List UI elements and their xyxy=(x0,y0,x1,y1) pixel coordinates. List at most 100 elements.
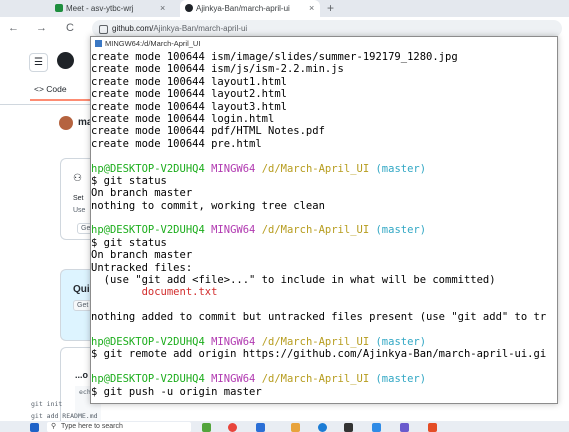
terminal-line: (use "git add <file>..." to include in w… xyxy=(91,274,557,287)
terminal-text-segment: On branch master xyxy=(91,249,193,262)
chrome-icon[interactable] xyxy=(228,423,237,432)
terminal-line: hp@DESKTOP-V2DUHQ4 MINGW64 /d/March-Apri… xyxy=(91,224,557,237)
tab-meet[interactable]: Meet - asv-ytbc-wrj xyxy=(50,0,168,17)
forward-button[interactable]: → xyxy=(36,20,47,36)
terminal-text-segment: hp@DESKTOP-V2DUHQ4 xyxy=(91,224,212,237)
plant-icon[interactable] xyxy=(202,423,211,432)
terminal-line: nothing added to commit but untracked fi… xyxy=(91,311,557,324)
terminal-window[interactable]: MINGW64:/d/March-April_UI create mode 10… xyxy=(90,36,558,404)
tab-github-repo[interactable]: Ajinkya-Ban/march-april-ui xyxy=(180,0,320,17)
url-path: Ajinkya-Ban/march-april-ui xyxy=(153,24,248,33)
mail-icon[interactable] xyxy=(256,423,265,432)
terminal-text-segment: (master) xyxy=(375,373,427,386)
terminal-text-segment: hp@DESKTOP-V2DUHQ4 xyxy=(91,335,212,348)
terminal-text-segment: create mode 100644 pdf/HTML Notes.pdf xyxy=(91,125,325,138)
taskbar-search-input[interactable]: ⚲ Type here to search xyxy=(47,422,191,432)
terminal-text-segment: $ git status xyxy=(91,174,167,187)
url-host: github.com/ xyxy=(112,24,154,33)
terminal-text-segment: hp@DESKTOP-V2DUHQ4 xyxy=(91,373,212,386)
terminal-text-segment: MINGW64 xyxy=(211,224,262,237)
browser-tab-strip: Meet - asv-ytbc-wrj × Ajinkya-Ban/march-… xyxy=(0,0,569,17)
terminal-text-segment: create mode 100644 layout3.html xyxy=(91,100,287,113)
terminal-line: $ git status xyxy=(91,236,557,249)
terminal-text-segment: /d/March-April_UI xyxy=(261,224,376,237)
terminal-line: create mode 100644 ism/js/ism-2.2.min.js xyxy=(91,63,557,75)
snippet-line: git add README.md xyxy=(31,412,98,420)
reload-button[interactable]: C xyxy=(66,20,74,36)
meet-icon xyxy=(55,4,63,12)
setup-text: Use xyxy=(73,207,86,214)
terminal-app-icon[interactable] xyxy=(344,423,353,432)
divider xyxy=(0,104,100,105)
terminal-text-segment: (master) xyxy=(375,224,427,237)
app-icon[interactable] xyxy=(400,423,409,432)
terminal-line: hp@DESKTOP-V2DUHQ4 MINGW64 /d/March-Apri… xyxy=(91,162,557,175)
command-line-heading: ...o xyxy=(75,370,88,380)
terminal-text-segment: MINGW64 xyxy=(211,335,262,348)
snippet-line: git init xyxy=(31,400,63,408)
terminal-text-segment: MINGW64 xyxy=(211,373,262,386)
terminal-line: create mode 100644 pre.html xyxy=(91,138,557,150)
terminal-line: $ git push -u origin master xyxy=(91,385,557,398)
new-tab-button[interactable]: + xyxy=(327,0,334,16)
terminal-text-segment: create mode 100644 login.html xyxy=(91,112,275,125)
terminal-output[interactable]: create mode 100644 ism/image/slides/summ… xyxy=(91,51,557,398)
address-bar[interactable]: github.com/Ajinkya-Ban/march-april-ui xyxy=(92,20,562,37)
tab-code[interactable]: <> Code xyxy=(34,84,67,94)
terminal-line: On branch master xyxy=(91,249,557,262)
terminal-line: create mode 100644 layout3.html xyxy=(91,100,557,113)
terminal-line: $ git remote add origin https://github.c… xyxy=(91,348,557,360)
codespace-icon: ⚇ xyxy=(73,173,82,184)
terminal-line: hp@DESKTOP-V2DUHQ4 MINGW64 /d/March-Apri… xyxy=(91,373,557,386)
edge-icon[interactable] xyxy=(318,423,327,432)
terminal-text-segment: (master) xyxy=(375,162,427,175)
terminal-text-segment: (master) xyxy=(375,335,427,348)
terminal-text-segment: /d/March-April_UI xyxy=(261,162,376,175)
terminal-text-segment: document.txt xyxy=(91,286,218,299)
terminal-text-segment: hp@DESKTOP-V2DUHQ4 xyxy=(91,162,212,175)
terminal-line: nothing to commit, working tree clean xyxy=(91,200,557,212)
terminal-text-segment: On branch master xyxy=(91,187,193,200)
quick-setup-heading: Qui xyxy=(73,284,90,295)
setup-heading: Set xyxy=(73,195,84,202)
terminal-text-segment: $ git push -u origin master xyxy=(91,385,262,398)
terminal-title: MINGW64:/d/March-April_UI xyxy=(105,39,201,48)
snippet-line: ech xyxy=(79,388,91,396)
terminal-text-segment: (use "git add <file>..." to include in w… xyxy=(91,274,496,287)
terminal-line: document.txt xyxy=(91,286,557,299)
terminal-line: create mode 100644 layout1.html xyxy=(91,76,557,88)
taskbar: ⚲ Type here to search xyxy=(0,421,569,432)
terminal-line: create mode 100644 layout2.html xyxy=(91,88,557,101)
git-icon[interactable] xyxy=(428,423,437,432)
menu-button[interactable]: ☰ xyxy=(29,53,48,72)
terminal-text-segment: nothing added to commit but untracked fi… xyxy=(91,311,547,324)
terminal-line: On branch master xyxy=(91,187,557,200)
terminal-title-bar[interactable]: MINGW64:/d/March-April_UI xyxy=(91,37,557,50)
back-button[interactable]: ← xyxy=(8,20,19,36)
tab-label: Meet - asv-ytbc-wrj xyxy=(66,4,134,13)
vscode-icon[interactable] xyxy=(372,423,381,432)
terminal-line: create mode 100644 login.html xyxy=(91,112,557,125)
site-info-icon[interactable] xyxy=(99,25,108,34)
terminal-text-segment: create mode 100644 ism/image/slides/summ… xyxy=(91,51,458,63)
windows-start-icon[interactable] xyxy=(30,423,39,432)
file-explorer-icon[interactable] xyxy=(291,423,300,432)
terminal-line: create mode 100644 pdf/HTML Notes.pdf xyxy=(91,125,557,138)
close-tab-icon[interactable]: × xyxy=(309,0,314,17)
search-placeholder: Type here to search xyxy=(61,423,123,430)
avatar[interactable] xyxy=(59,116,73,130)
terminal-text-segment: $ git status xyxy=(91,236,167,249)
terminal-line: hp@DESKTOP-V2DUHQ4 MINGW64 /d/March-Apri… xyxy=(91,335,557,348)
close-tab-icon[interactable]: × xyxy=(160,0,165,17)
terminal-text-segment: create mode 100644 layout2.html xyxy=(91,88,287,101)
github-logo-icon[interactable] xyxy=(57,52,74,69)
tab-label: Ajinkya-Ban/march-april-ui xyxy=(196,4,290,13)
terminal-text-segment: Untracked files: xyxy=(91,261,193,274)
terminal-line: Untracked files: xyxy=(91,261,557,274)
github-icon xyxy=(185,4,193,12)
